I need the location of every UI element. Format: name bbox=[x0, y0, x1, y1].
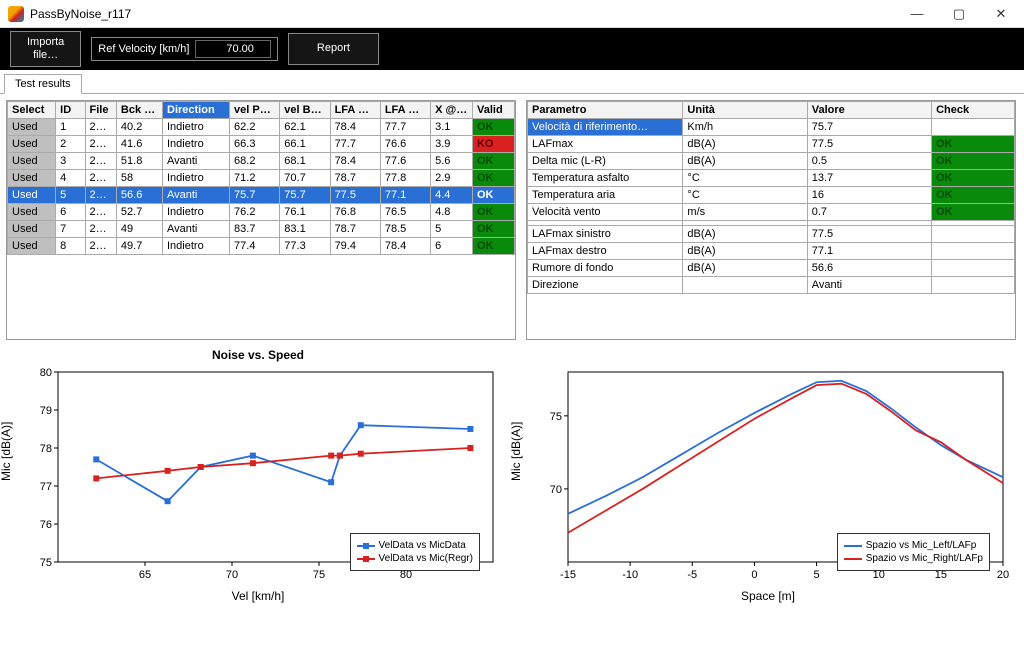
close-button[interactable]: ✕ bbox=[980, 1, 1022, 27]
column-header[interactable]: ID bbox=[56, 102, 85, 119]
table-row[interactable]: Used12…40.2Indietro62.262.178.477.73.1OK bbox=[8, 119, 515, 136]
report-button[interactable]: Report bbox=[288, 33, 379, 64]
column-header[interactable]: X @ max bbox=[431, 102, 473, 119]
table-row[interactable]: LAFmax destrodB(A)77.1 bbox=[528, 243, 1015, 260]
table-row[interactable]: LAFmaxdB(A)77.5OK bbox=[528, 136, 1015, 153]
svg-text:70: 70 bbox=[226, 569, 238, 581]
chart-title: Noise vs. Speed bbox=[8, 348, 508, 362]
table-row[interactable]: Rumore di fondodB(A)56.6 bbox=[528, 260, 1015, 277]
measurements-table[interactable]: SelectIDFileBck noiseDirectionvel PP [km… bbox=[6, 100, 516, 340]
table-row[interactable]: Used22…41.6Indietro66.366.177.776.63.9KO bbox=[8, 136, 515, 153]
column-header[interactable]: Select bbox=[8, 102, 56, 119]
column-header[interactable]: LFA max L bbox=[380, 102, 430, 119]
table-row[interactable]: DirezioneAvanti bbox=[528, 277, 1015, 294]
column-header[interactable]: Parametro bbox=[528, 102, 683, 119]
svg-text:75: 75 bbox=[550, 411, 562, 423]
column-header[interactable]: Direction bbox=[163, 102, 230, 119]
column-header[interactable]: Unità bbox=[683, 102, 807, 119]
ref-velocity-value[interactable]: 70.00 bbox=[195, 40, 271, 58]
chart-legend: VelData vs MicDataVelData vs Mic(Regr) bbox=[350, 533, 480, 571]
noise-vs-speed-chart: Noise vs. Speed Mic [dB(A)] 657075807576… bbox=[8, 348, 508, 613]
window-title: PassByNoise_r117 bbox=[30, 7, 131, 21]
svg-text:75: 75 bbox=[313, 569, 325, 581]
column-header[interactable]: Valore bbox=[807, 102, 931, 119]
app-icon bbox=[8, 6, 24, 22]
maximize-button[interactable]: ▢ bbox=[938, 1, 980, 27]
svg-text:80: 80 bbox=[40, 367, 52, 379]
ref-velocity-group: Ref Velocity [km/h] 70.00 bbox=[91, 37, 278, 61]
table-row[interactable]: Used32…51.8Avanti68.268.178.477.65.6OK bbox=[8, 153, 515, 170]
table-row[interactable]: Velocità di riferimento…Km/h75.7 bbox=[528, 119, 1015, 136]
tab-test-results[interactable]: Test results bbox=[4, 74, 82, 94]
table-row[interactable]: Delta mic (L-R)dB(A)0.5OK bbox=[528, 153, 1015, 170]
table-row[interactable]: Used62…52.7Indietro76.276.176.876.54.8OK bbox=[8, 204, 515, 221]
svg-text:65: 65 bbox=[139, 569, 151, 581]
svg-text:-10: -10 bbox=[622, 569, 638, 581]
table-row[interactable]: LAFmax sinistrodB(A)77.5 bbox=[528, 226, 1015, 243]
tab-bar: Test results bbox=[0, 70, 1024, 94]
import-file-button[interactable]: Importa file… bbox=[10, 31, 81, 67]
svg-text:70: 70 bbox=[550, 484, 562, 496]
svg-text:78: 78 bbox=[40, 443, 52, 455]
title-bar: PassByNoise_r117 — ▢ ✕ bbox=[0, 0, 1024, 28]
parameters-table[interactable]: ParametroUnitàValoreCheckVelocità di rif… bbox=[526, 100, 1016, 340]
column-header[interactable]: Bck noise bbox=[116, 102, 162, 119]
svg-text:-5: -5 bbox=[687, 569, 697, 581]
x-axis-label: Space [m] bbox=[518, 589, 1018, 603]
svg-text:20: 20 bbox=[997, 569, 1009, 581]
table-row[interactable]: Used42…58Indietro71.270.778.777.82.9OK bbox=[8, 170, 515, 187]
table-row[interactable]: Temperatura asfalto°C13.7OK bbox=[528, 170, 1015, 187]
column-header[interactable]: File bbox=[85, 102, 116, 119]
table-row[interactable]: Used72…49Avanti83.783.178.778.55OK bbox=[8, 221, 515, 238]
svg-text:79: 79 bbox=[40, 405, 52, 417]
table-row[interactable]: Temperatura aria°C16OK bbox=[528, 187, 1015, 204]
svg-text:77: 77 bbox=[40, 481, 52, 493]
column-header[interactable]: vel BB [km/h] bbox=[280, 102, 330, 119]
minimize-button[interactable]: — bbox=[896, 1, 938, 27]
x-axis-label: Vel [km/h] bbox=[8, 589, 508, 603]
ref-velocity-label: Ref Velocity [km/h] bbox=[98, 43, 189, 55]
mic-vs-space-chart: Mic [dB(A)] -15-10-5051015207075 Space [… bbox=[518, 348, 1018, 613]
svg-text:5: 5 bbox=[814, 569, 820, 581]
y-axis-label: Mic [dB(A)] bbox=[509, 421, 523, 480]
table-row[interactable]: Used52…56.6Avanti75.775.777.577.14.4OK bbox=[8, 187, 515, 204]
svg-text:0: 0 bbox=[751, 569, 757, 581]
svg-text:-15: -15 bbox=[560, 569, 576, 581]
y-axis-label: Mic [dB(A)] bbox=[0, 421, 13, 480]
column-header[interactable]: Valid bbox=[472, 102, 514, 119]
svg-text:75: 75 bbox=[40, 557, 52, 569]
column-header[interactable]: LFA max R bbox=[330, 102, 380, 119]
table-row[interactable]: Velocità ventom/s0.7OK bbox=[528, 204, 1015, 221]
column-header[interactable]: vel PP [km/h] bbox=[230, 102, 280, 119]
svg-text:76: 76 bbox=[40, 519, 52, 531]
column-header[interactable]: Check bbox=[932, 102, 1015, 119]
table-row[interactable]: Used82…49.7Indietro77.477.379.478.46OK bbox=[8, 238, 515, 255]
toolbar: Importa file… Ref Velocity [km/h] 70.00 … bbox=[0, 28, 1024, 70]
chart-legend: Spazio vs Mic_Left/LAFpSpazio vs Mic_Rig… bbox=[837, 533, 990, 571]
